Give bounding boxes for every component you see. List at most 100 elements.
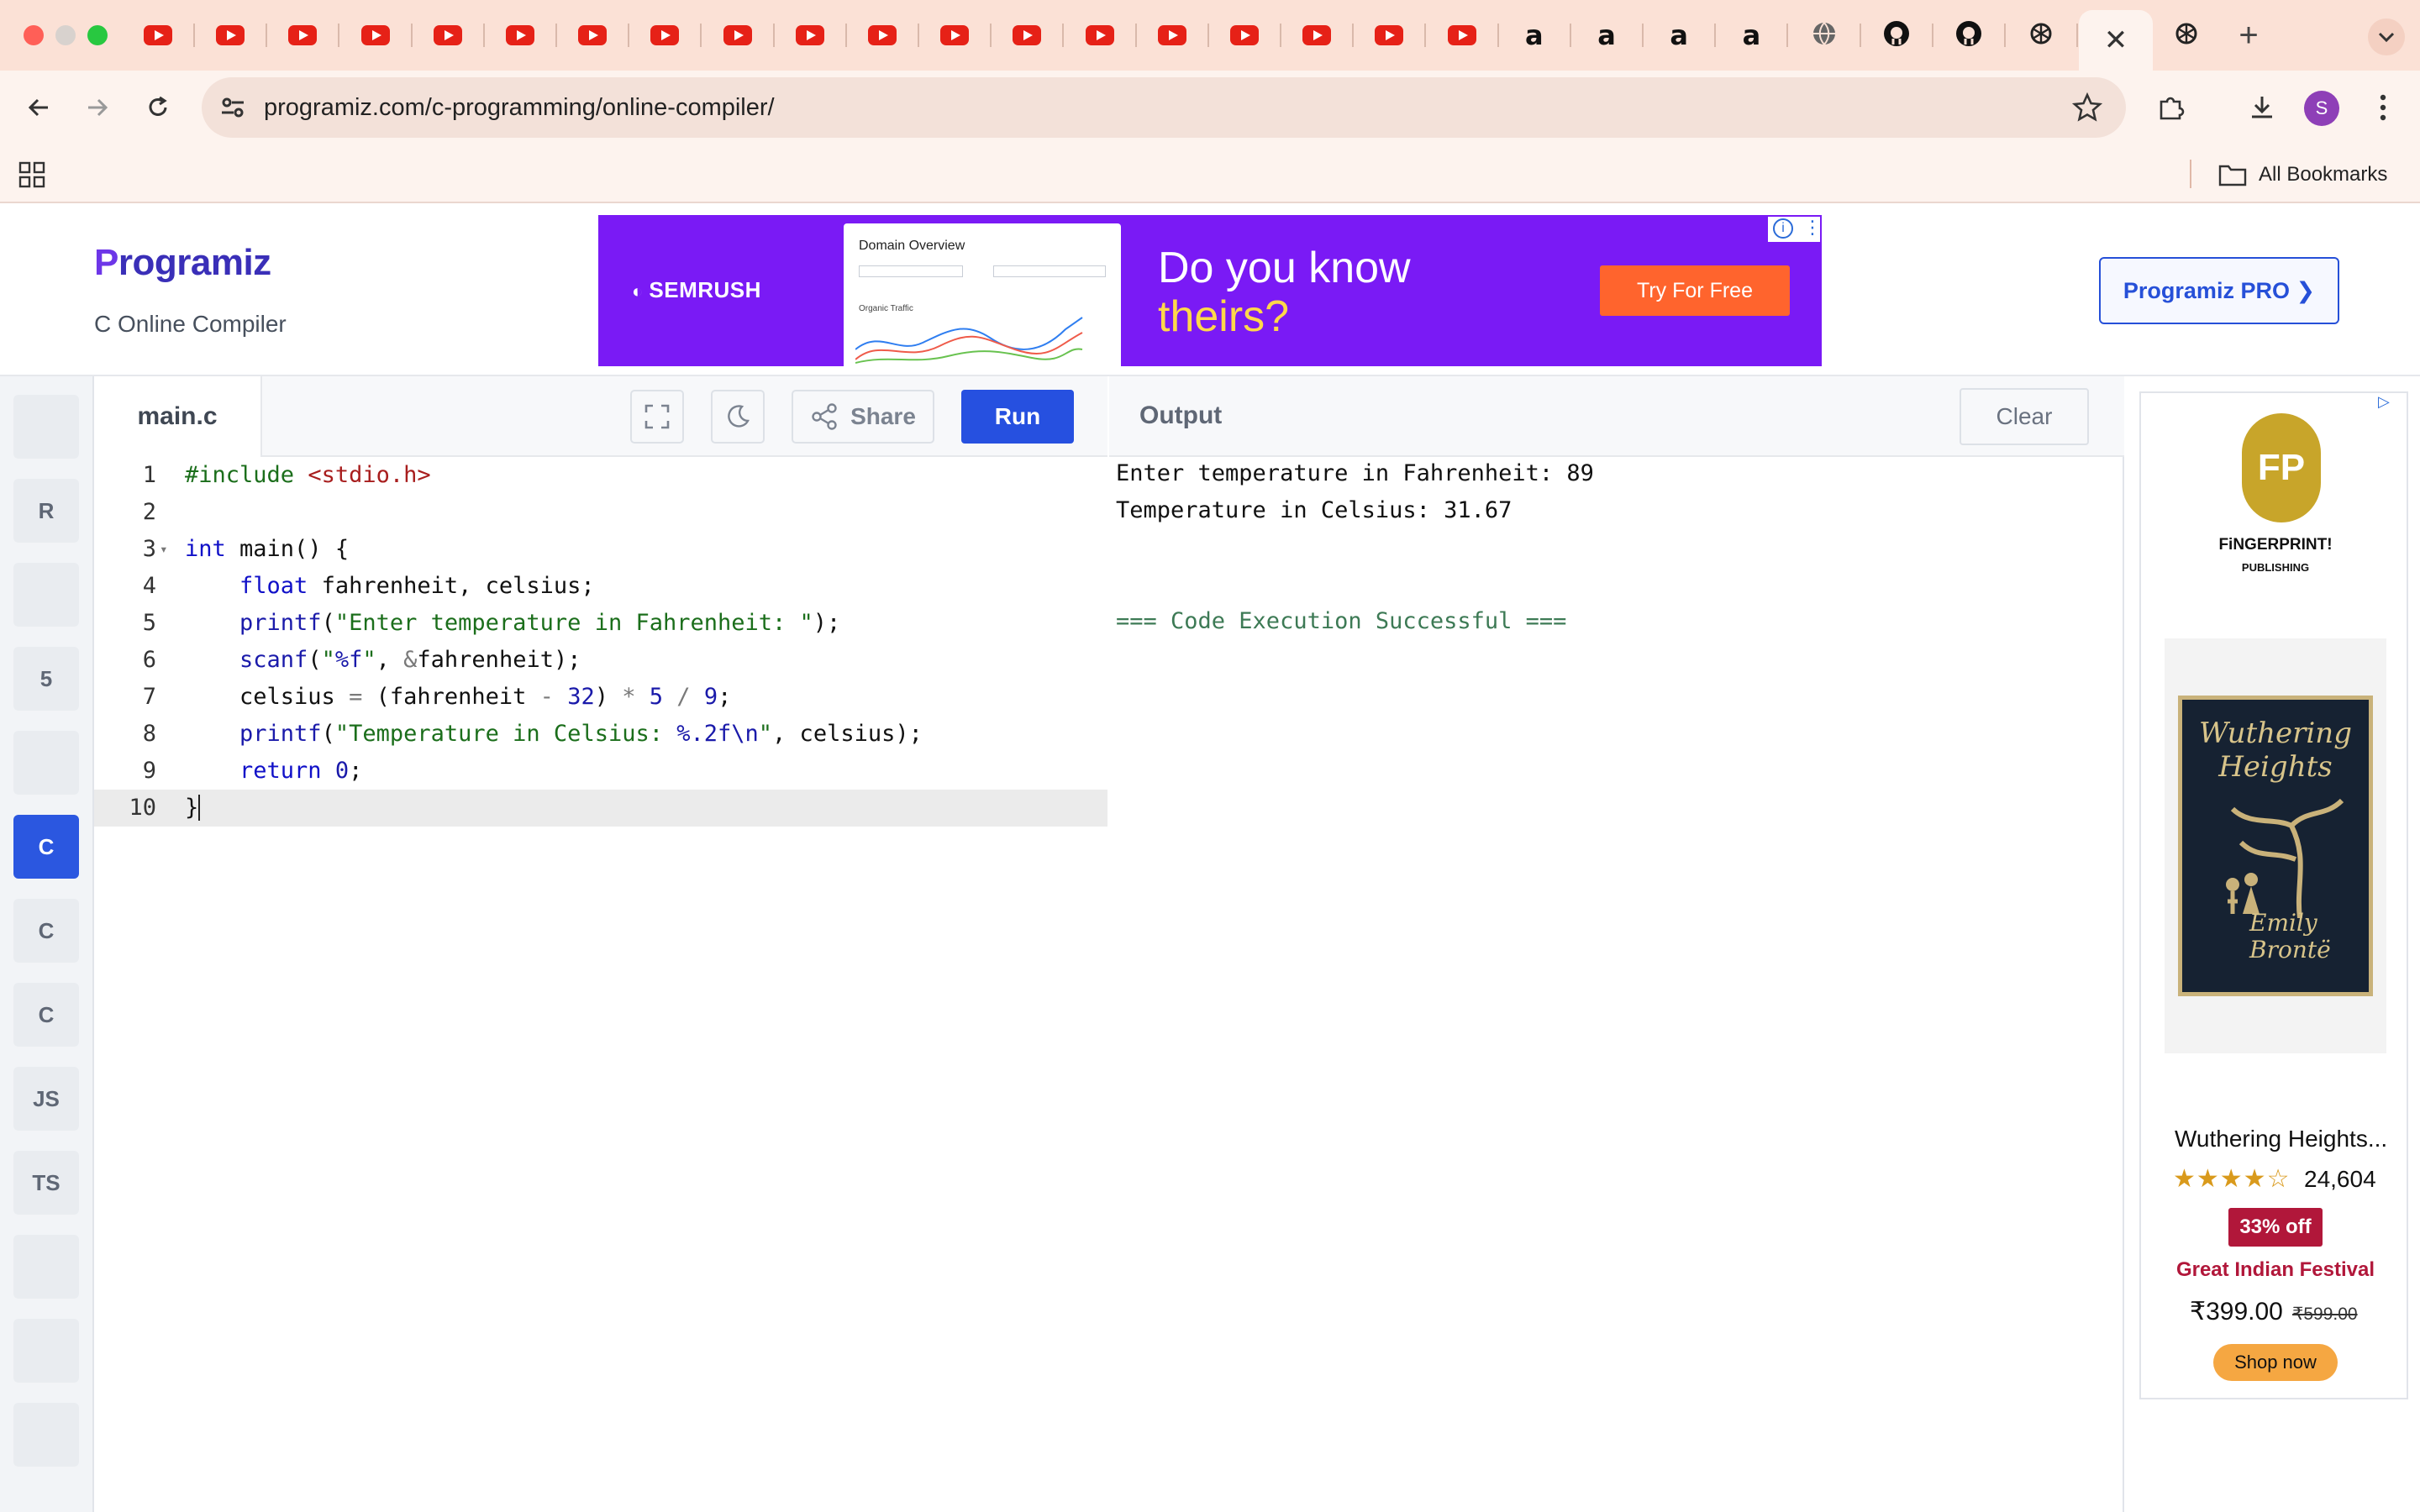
clear-button[interactable]: Clear (1960, 388, 2089, 445)
all-bookmarks-button[interactable]: All Bookmarks (2218, 160, 2387, 190)
tab-github[interactable] (1952, 18, 1986, 52)
programiz-logo[interactable]: Programiz (94, 242, 271, 284)
ad-choices-icon[interactable]: ▷ (2378, 393, 2400, 415)
tab-amazon[interactable]: a (1590, 18, 1623, 52)
code-line: 9 return 0; (142, 758, 363, 784)
bookmark-star-icon[interactable] (2072, 92, 2102, 123)
share-button[interactable]: Share (792, 390, 934, 444)
tab-youtube[interactable] (865, 18, 899, 52)
info-icon[interactable]: i (1773, 218, 1793, 239)
tab-youtube[interactable] (1155, 18, 1189, 52)
tab-youtube[interactable] (359, 18, 392, 52)
github-icon (1955, 20, 1982, 51)
theme-toggle-button[interactable] (711, 390, 765, 444)
tab-separator (1424, 24, 1427, 47)
forward-arrow-icon (88, 98, 108, 117)
tab-youtube[interactable] (1228, 18, 1261, 52)
tab-openai[interactable] (2170, 18, 2203, 52)
address-bar[interactable]: programiz.com/c-programming/online-compi… (202, 77, 2126, 138)
tab-amazon[interactable]: a (1734, 18, 1768, 52)
fullscreen-icon (644, 404, 670, 429)
tab-amazon[interactable]: a (1518, 18, 1551, 52)
url-text: programiz.com/c-programming/online-compi… (264, 94, 775, 121)
file-tab[interactable]: main.c (94, 376, 262, 457)
programiz-pro-button[interactable]: Programiz PRO ❯ (2099, 257, 2339, 324)
minimize-window-button[interactable] (55, 25, 76, 45)
close-window-button[interactable] (24, 25, 44, 45)
banner-ad[interactable]: ◐ SEMRUSH Domain Overview Organic Traffi… (598, 215, 1822, 366)
tab-search-button[interactable] (2368, 18, 2405, 55)
more-vertical-icon[interactable]: ⋮ (1803, 218, 1822, 237)
logo-text: rogramiz (118, 242, 271, 283)
youtube-icon (795, 25, 824, 45)
tab-youtube[interactable] (576, 18, 609, 52)
tab-separator (1497, 24, 1499, 47)
c-icon[interactable]: C (13, 815, 79, 879)
book-cover[interactable]: Wuthering Heights Emily Brontë (2178, 696, 2373, 996)
apps-grid-icon[interactable] (18, 161, 45, 188)
site-info-icon[interactable] (220, 96, 245, 119)
chrome-menu-button[interactable] (2366, 89, 2400, 126)
tab-separator (1642, 24, 1644, 47)
profile-avatar[interactable]: S (2304, 91, 2339, 126)
tab-youtube[interactable] (1445, 18, 1479, 52)
run-button[interactable]: Run (961, 390, 1074, 444)
semrush-logo: ◐ SEMRUSH (632, 277, 761, 302)
book-cover-author: Emily Brontë (2249, 909, 2331, 963)
ad-choices[interactable]: i ⋮ (1768, 217, 1822, 242)
python-icon[interactable] (13, 395, 79, 459)
tab-globe[interactable] (1807, 18, 1841, 52)
r-icon[interactable]: R (13, 479, 79, 543)
go-icon[interactable] (13, 1235, 79, 1299)
tab-openai[interactable] (2024, 18, 2058, 52)
java-icon[interactable] (13, 731, 79, 795)
downloads-button[interactable] (2244, 89, 2281, 126)
tab-separator (1786, 24, 1789, 47)
swift-icon[interactable] (13, 1403, 79, 1467)
tab-youtube[interactable] (1083, 18, 1117, 52)
tab-youtube[interactable] (938, 18, 971, 52)
tab-youtube[interactable] (648, 18, 681, 52)
tab-youtube[interactable] (1010, 18, 1044, 52)
side-ad[interactable]: FP FiNGERPRINT! PUBLISHING Wuthering Hei… (2139, 391, 2408, 1399)
tab-youtube[interactable] (1300, 18, 1334, 52)
close-tab-icon[interactable]: ✕ (2104, 24, 2128, 57)
tab-separator (410, 24, 413, 47)
tab-amazon[interactable]: a (1662, 18, 1696, 52)
php-icon[interactable] (13, 1319, 79, 1383)
tab-active[interactable]: ✕ (2079, 10, 2153, 71)
reload-button[interactable] (139, 89, 176, 126)
extensions-button[interactable] (2153, 89, 2190, 126)
back-button[interactable] (20, 89, 57, 126)
js-icon[interactable]: JS (13, 1067, 79, 1131)
maximize-window-button[interactable] (87, 25, 108, 45)
github-icon (1883, 20, 1910, 51)
fullscreen-button[interactable] (630, 390, 684, 444)
tab-youtube[interactable] (793, 18, 827, 52)
code-area[interactable]: 1 #include <stdio.h> 2 3 ▾ int main() { 4 f… (94, 457, 1107, 1512)
tab-youtube[interactable] (141, 18, 175, 52)
sql-icon[interactable] (13, 563, 79, 627)
ad-card-title: Domain Overview (859, 239, 965, 253)
publisher-logo: FP (2242, 413, 2321, 522)
csharp-icon[interactable]: C (13, 983, 79, 1047)
ts-icon[interactable]: TS (13, 1151, 79, 1215)
tab-youtube[interactable] (1372, 18, 1406, 52)
html-icon[interactable]: 5 (13, 647, 79, 711)
fold-arrow-icon[interactable]: ▾ (160, 531, 168, 568)
tab-youtube[interactable] (431, 18, 465, 52)
tab-youtube[interactable] (213, 18, 247, 52)
tab-github[interactable] (1880, 18, 1913, 52)
tab-youtube[interactable] (286, 18, 319, 52)
ad-card-filters (993, 265, 1106, 277)
forward-button[interactable] (79, 89, 116, 126)
tab-youtube[interactable] (503, 18, 537, 52)
logo-mark: P (94, 242, 118, 283)
shop-now-button[interactable]: Shop now (2213, 1344, 2338, 1381)
code-editor-panel: main.c Share Run 1 #include <stdio.h> 2 3… (94, 376, 1107, 1512)
ad-cta-button[interactable]: Try For Free (1600, 265, 1790, 316)
cpp-icon[interactable]: C (13, 899, 79, 963)
new-tab-button[interactable]: + (2232, 17, 2265, 54)
tab-youtube[interactable] (721, 18, 755, 52)
product-title[interactable]: Wuthering Heights... (2175, 1126, 2387, 1152)
